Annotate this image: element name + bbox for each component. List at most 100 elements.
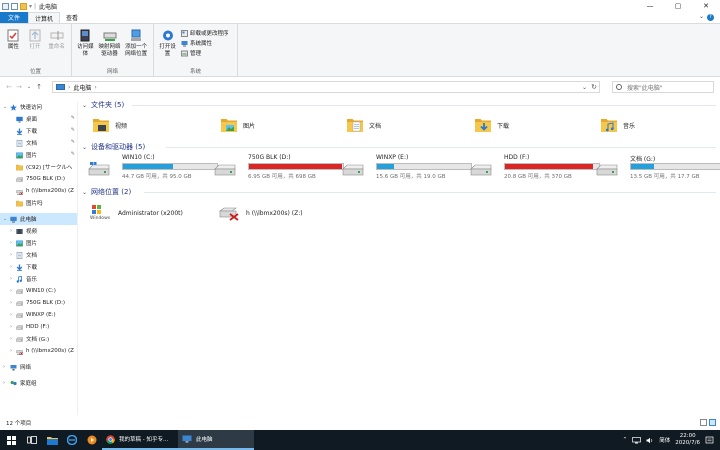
- sidebar-pc-item[interactable]: › 视频: [0, 225, 77, 237]
- taskbar-app-explorer[interactable]: 此电脑: [178, 430, 254, 450]
- sidebar-item-this-pc[interactable]: ⌄ 此电脑: [0, 213, 77, 225]
- start-button[interactable]: [0, 430, 22, 450]
- back-icon[interactable]: ←: [4, 83, 14, 91]
- network-section-header[interactable]: ⌄ 网络位置 (2): [82, 187, 131, 197]
- edge-button[interactable]: [62, 430, 82, 450]
- search-input[interactable]: 搜索"此电脑": [612, 81, 714, 93]
- address-dropdown-icon[interactable]: ⌄: [582, 82, 587, 93]
- folder-tile[interactable]: 音乐: [600, 116, 635, 134]
- sidebar-quick-item[interactable]: 750G BLK (D:): [0, 173, 77, 185]
- taskbar-app-chrome[interactable]: 我的草稿 - 知乎专...: [102, 430, 178, 450]
- expand-chevron-icon[interactable]: ›: [10, 336, 12, 342]
- forward-icon[interactable]: →: [14, 83, 24, 91]
- volume-icon[interactable]: [646, 437, 654, 444]
- expand-chevron-icon[interactable]: ⌄: [3, 104, 7, 110]
- network-location-tile[interactable]: h (\\lbmx200s) (Z:): [218, 205, 303, 221]
- collapse-chevron-icon[interactable]: ⌄: [82, 189, 87, 196]
- folder-tile[interactable]: 图片: [220, 116, 255, 134]
- drive-tile[interactable]: 750G BLK (D:) 6.95 GB 可用，共 698 GB: [214, 154, 344, 184]
- expand-chevron-icon[interactable]: ›: [10, 288, 12, 294]
- sidebar-pc-item[interactable]: › 图片: [0, 237, 77, 249]
- quick-access-dropdown-icon[interactable]: ▾: [29, 3, 32, 10]
- drive-tile[interactable]: 文档 (G:) 13.5 GB 可用，共 17.7 GB: [596, 154, 720, 184]
- properties-quick-icon[interactable]: [11, 2, 18, 10]
- expand-chevron-icon[interactable]: ›: [10, 228, 12, 234]
- sidebar-quick-item[interactable]: h (\\lbmx200s) (Z: [0, 185, 77, 197]
- expand-chevron-icon[interactable]: ›: [10, 240, 12, 246]
- sidebar-pc-item[interactable]: › HDD (F:): [0, 321, 77, 333]
- ribbon-tabs: 文件 计算机 查看 ⌄ ?: [0, 12, 720, 23]
- expand-chevron-icon[interactable]: ›: [10, 348, 12, 354]
- folders-section-header[interactable]: ⌄ 文件夹 (5): [82, 100, 124, 110]
- expand-chevron-icon[interactable]: ›: [10, 276, 12, 282]
- manage-button[interactable]: 管理: [181, 49, 229, 57]
- tab-computer[interactable]: 计算机: [28, 12, 61, 23]
- help-icon[interactable]: ?: [707, 14, 714, 21]
- sidebar-item-homegroup[interactable]: › 家庭组: [0, 377, 77, 389]
- sidebar-pc-item[interactable]: › 下载: [0, 261, 77, 273]
- sidebar-pc-item[interactable]: › 750G BLK (D:): [0, 297, 77, 309]
- sidebar-quick-item[interactable]: 文档 ✎: [0, 137, 77, 149]
- expand-chevron-icon[interactable]: ⌄: [3, 216, 7, 222]
- minimize-button[interactable]: —: [636, 0, 664, 12]
- system-properties-button[interactable]: 系统属性: [181, 39, 229, 47]
- sidebar-pc-item[interactable]: › 音乐: [0, 273, 77, 285]
- drive-tile[interactable]: WINXP (E:) 15.6 GB 可用，共 19.0 GB: [342, 154, 472, 184]
- drives-section-header[interactable]: ⌄ 设备和驱动器 (5): [82, 142, 145, 152]
- sidebar-pc-item[interactable]: › WINXP (E:): [0, 309, 77, 321]
- tiles-view-icon[interactable]: [709, 419, 716, 426]
- sidebar-quick-item[interactable]: 下载 ✎: [0, 125, 77, 137]
- folder-tile[interactable]: 下载: [474, 116, 509, 134]
- details-view-icon[interactable]: [700, 419, 707, 426]
- expand-chevron-icon[interactable]: ›: [10, 324, 12, 330]
- expand-chevron-icon[interactable]: ›: [10, 264, 12, 270]
- recent-locations-icon[interactable]: ⌄: [24, 84, 34, 90]
- expand-chevron-icon[interactable]: ›: [3, 364, 5, 370]
- picture-icon: [16, 152, 23, 158]
- refresh-icon[interactable]: ↻: [591, 82, 597, 93]
- maximize-button[interactable]: ▢: [664, 0, 692, 12]
- address-path[interactable]: 此电脑: [73, 83, 91, 92]
- expand-chevron-icon[interactable]: ›: [10, 300, 12, 306]
- sidebar-item-quick-access[interactable]: ⌄ 快速访问: [0, 101, 77, 113]
- close-button[interactable]: ✕: [692, 0, 720, 12]
- folder-tile[interactable]: 文档: [346, 116, 381, 134]
- collapse-chevron-icon[interactable]: ⌄: [82, 144, 87, 151]
- network-location-tile[interactable]: Windows Administrator (x200t): [90, 204, 183, 222]
- sidebar-quick-item[interactable]: (C92) [サークルへ: [0, 161, 77, 173]
- task-view-button[interactable]: [22, 430, 42, 450]
- address-separator-icon[interactable]: ›: [94, 84, 96, 91]
- sidebar-pc-item[interactable]: › 文档 (G:): [0, 333, 77, 345]
- folder-label: 视频: [115, 122, 128, 130]
- drive-tile[interactable]: WIN10 (C:) 44.7 GB 可用，共 95.0 GB: [88, 154, 218, 184]
- sidebar-pc-item[interactable]: › WIN10 (C:): [0, 285, 77, 297]
- expand-chevron-icon[interactable]: ›: [10, 312, 12, 318]
- sidebar-pc-item[interactable]: › h (\\lbmx200s) (Z: [0, 345, 77, 357]
- folder-label: 图片: [243, 122, 256, 130]
- collapse-chevron-icon[interactable]: ⌄: [82, 102, 87, 109]
- sidebar-quick-item[interactable]: 图片 ✎: [0, 149, 77, 161]
- sidebar-pc-item[interactable]: › 文档: [0, 249, 77, 261]
- new-folder-quick-icon[interactable]: [20, 2, 27, 10]
- uninstall-programs-button[interactable]: 卸载或更改程序: [181, 29, 229, 37]
- media-player-button[interactable]: [82, 430, 102, 450]
- computer-icon: [10, 216, 17, 222]
- sidebar-quick-item[interactable]: 桌面 ✎: [0, 113, 77, 125]
- notification-overflow-icon[interactable]: ⌃: [623, 437, 628, 443]
- expand-chevron-icon[interactable]: ›: [10, 252, 12, 258]
- drive-tile[interactable]: HDD (F:) 20.8 GB 可用，共 370 GB: [470, 154, 600, 184]
- tab-file[interactable]: 文件: [0, 12, 29, 23]
- explorer-pinned-button[interactable]: [42, 430, 62, 450]
- tab-view[interactable]: 查看: [60, 12, 84, 23]
- ribbon-collapse-icon[interactable]: ⌄: [699, 13, 704, 20]
- input-language[interactable]: 简体: [659, 436, 670, 444]
- sidebar-item-network[interactable]: › 网络: [0, 361, 77, 373]
- address-bar[interactable]: › 此电脑 › ⌄ ↻: [52, 81, 600, 93]
- sidebar-quick-item[interactable]: 图片吗: [0, 197, 77, 209]
- folder-tile[interactable]: 视频: [92, 116, 127, 134]
- clock[interactable]: 22:00 2020/7/6: [675, 433, 700, 447]
- expand-chevron-icon[interactable]: ›: [3, 380, 5, 386]
- up-icon[interactable]: ↑: [34, 83, 44, 91]
- network-tray-icon[interactable]: [632, 436, 642, 444]
- action-center-icon[interactable]: [705, 436, 714, 445]
